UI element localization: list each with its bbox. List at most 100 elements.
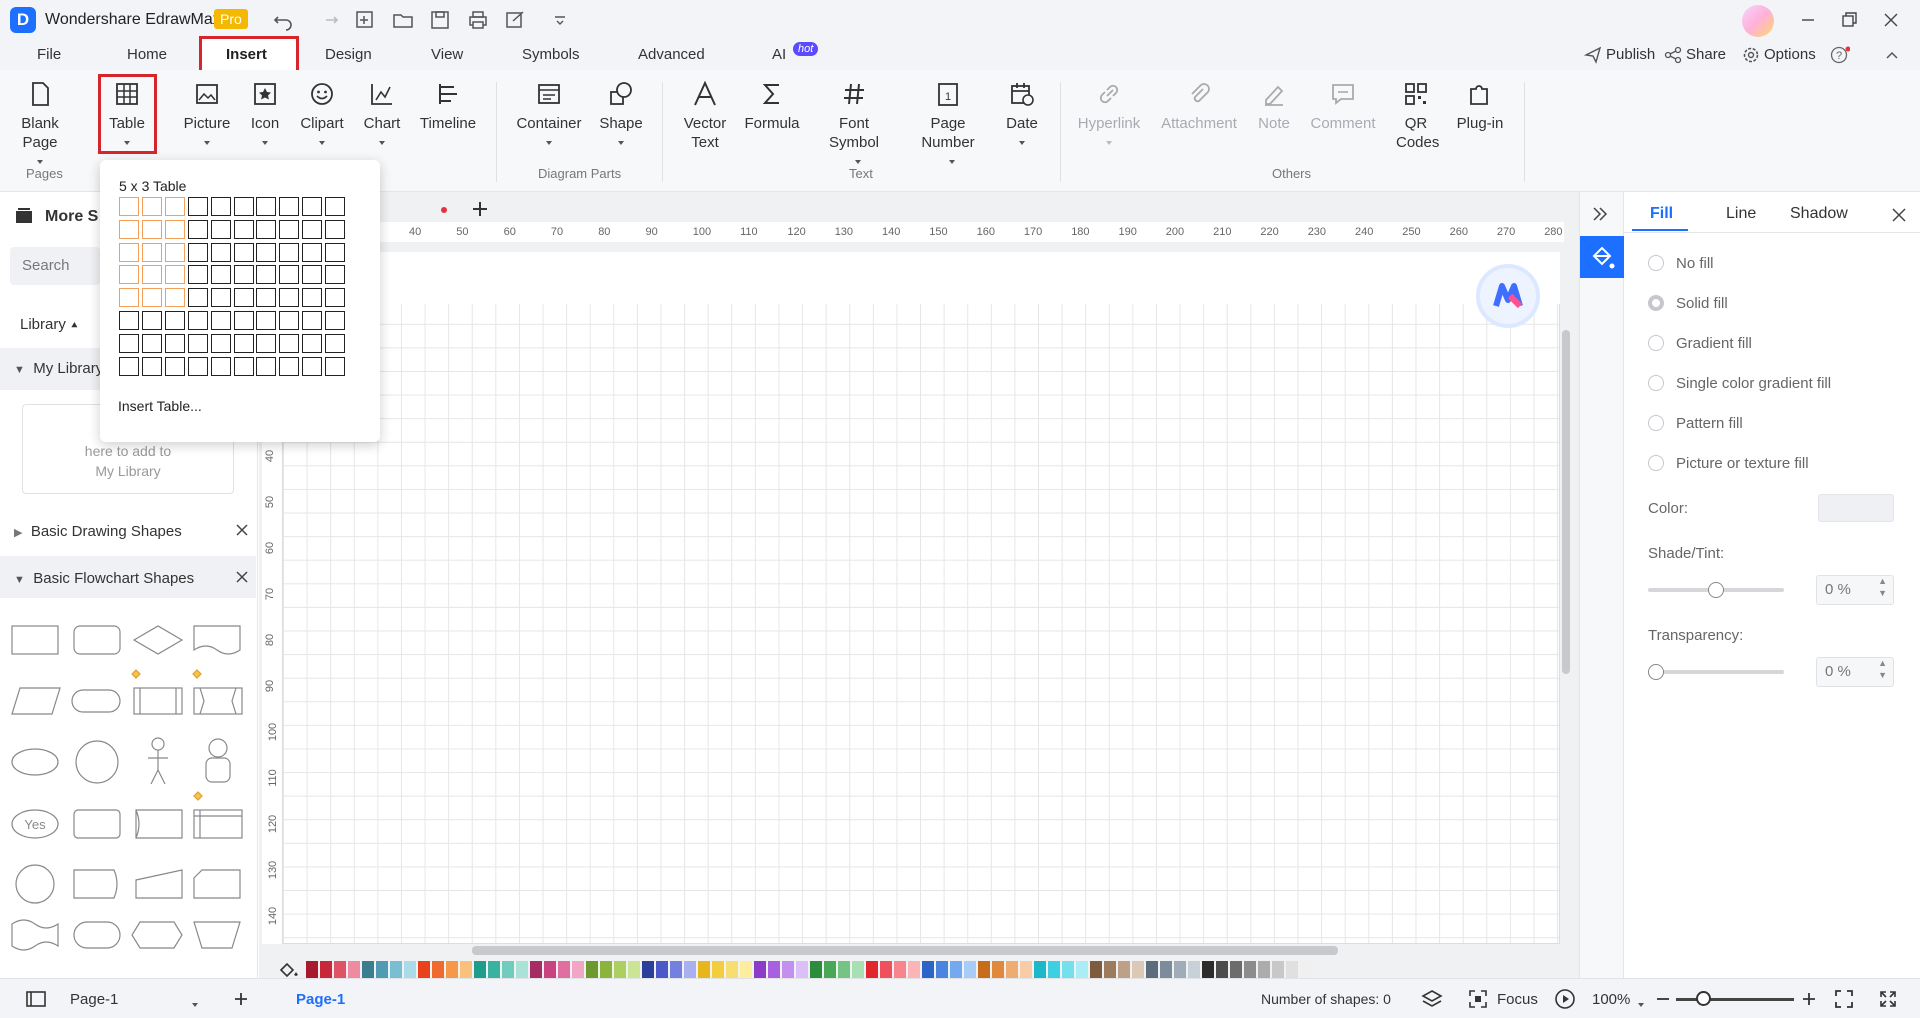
table-grid-cell[interactable] — [141, 356, 162, 376]
color-swatch[interactable] — [670, 961, 682, 978]
color-swatch[interactable] — [978, 961, 990, 978]
zoom-out-icon[interactable] — [1654, 990, 1672, 1008]
color-swatch[interactable] — [362, 961, 374, 978]
tab-advanced[interactable]: Advanced — [638, 46, 705, 63]
table-grid-cell[interactable] — [141, 197, 162, 216]
table-grid-cell[interactable] — [233, 356, 254, 376]
table-grid-cell[interactable] — [141, 265, 162, 285]
attachment-button[interactable]: Attachment — [1158, 80, 1240, 133]
save-icon[interactable] — [429, 9, 451, 31]
table-grid-cell[interactable] — [164, 197, 185, 216]
page-selector[interactable]: Page-1 — [70, 991, 118, 1008]
clipart-button[interactable]: Clipart — [298, 80, 346, 152]
color-swatch[interactable] — [1076, 961, 1088, 978]
table-grid-cell[interactable] — [279, 333, 300, 353]
tab-design[interactable]: Design — [325, 46, 372, 63]
table-grid-cell[interactable] — [325, 242, 346, 262]
color-swatch[interactable] — [1286, 961, 1298, 978]
color-swatch[interactable] — [1230, 961, 1242, 978]
table-grid-cell[interactable] — [141, 333, 162, 353]
color-swatch[interactable] — [1132, 961, 1144, 978]
table-grid-cell[interactable] — [233, 311, 254, 330]
shade-tint-input[interactable]: 0 % ▲ ▼ — [1816, 575, 1894, 605]
color-swatch[interactable] — [824, 961, 836, 978]
ai-assistant-icon[interactable] — [1476, 264, 1540, 328]
table-grid-cell[interactable] — [256, 288, 277, 308]
table-grid-cell[interactable] — [325, 197, 346, 216]
table-grid-cell[interactable] — [325, 288, 346, 308]
table-grid-cell[interactable] — [256, 219, 277, 239]
qr-codes-button[interactable]: QR Codes — [1396, 80, 1439, 152]
table-grid-cell[interactable] — [233, 219, 254, 239]
color-swatch[interactable] — [1090, 961, 1102, 978]
font-symbol-button[interactable]: Font Symbol — [824, 80, 884, 171]
table-grid-cell[interactable] — [164, 219, 185, 239]
tab-ai[interactable]: AI — [772, 46, 786, 63]
collapse-ribbon-icon[interactable] — [1884, 47, 1900, 63]
add-page-icon[interactable] — [232, 990, 250, 1008]
vector-text-button[interactable]: Vector Text — [680, 80, 730, 152]
color-swatch[interactable] — [852, 961, 864, 978]
table-grid-cell[interactable] — [233, 333, 254, 353]
color-swatch[interactable] — [782, 961, 794, 978]
color-swatch[interactable] — [348, 961, 360, 978]
color-swatch[interactable] — [1202, 961, 1214, 978]
table-grid-cell[interactable] — [210, 356, 231, 376]
drawing-page[interactable] — [282, 252, 1560, 944]
section-basic-drawing-shapes[interactable]: ▶ Basic Drawing Shapes — [14, 523, 182, 540]
print-icon[interactable] — [467, 9, 489, 31]
minimize-icon[interactable] — [1797, 9, 1819, 31]
color-swatch[interactable] — [922, 961, 934, 978]
hyperlink-button[interactable]: Hyperlink — [1074, 80, 1144, 152]
color-swatch[interactable] — [558, 961, 570, 978]
table-grid-cell[interactable] — [187, 242, 208, 262]
share-button[interactable]: Share — [1686, 46, 1726, 63]
color-palette[interactable] — [306, 961, 1314, 978]
zoom-slider[interactable] — [1676, 998, 1794, 1001]
table-grid-cell[interactable] — [210, 242, 231, 262]
close-panel-icon[interactable] — [1890, 206, 1908, 224]
table-grid-cell[interactable] — [233, 288, 254, 308]
color-swatch[interactable] — [1062, 961, 1074, 978]
color-swatch[interactable] — [1006, 961, 1018, 978]
color-swatch[interactable] — [1258, 961, 1270, 978]
table-grid-cell[interactable] — [279, 265, 300, 285]
color-swatch[interactable] — [866, 961, 878, 978]
color-swatch[interactable] — [600, 961, 612, 978]
note-button[interactable]: Note — [1252, 80, 1296, 133]
radio-solid-fill[interactable] — [1648, 295, 1664, 311]
options-button[interactable]: Options — [1764, 46, 1816, 63]
color-swatch[interactable] — [390, 961, 402, 978]
page-number-button[interactable]: 1 Page Number — [916, 80, 980, 171]
color-swatch[interactable] — [1160, 961, 1172, 978]
layers-icon[interactable] — [1420, 988, 1444, 1010]
table-grid-cell[interactable] — [187, 356, 208, 376]
table-grid-cell[interactable] — [302, 288, 323, 308]
radio-picture-fill[interactable] — [1648, 455, 1664, 471]
blank-page-button[interactable]: Blank Page — [18, 80, 62, 171]
avatar[interactable] — [1742, 5, 1774, 37]
table-grid-cell[interactable] — [210, 265, 231, 285]
color-swatch[interactable] — [306, 961, 318, 978]
option-picture-or-texture-fill[interactable]: Picture or texture fill — [1676, 455, 1809, 472]
chart-button[interactable]: Chart — [360, 80, 404, 152]
shape-button[interactable]: Shape — [598, 80, 644, 152]
add-page-tab-icon[interactable] — [470, 199, 490, 219]
color-swatch[interactable] — [628, 961, 640, 978]
color-swatch[interactable] — [936, 961, 948, 978]
table-grid-cell[interactable] — [187, 219, 208, 239]
table-grid-cell[interactable] — [233, 242, 254, 262]
table-grid-cell[interactable] — [302, 356, 323, 376]
color-swatch[interactable] — [614, 961, 626, 978]
customize-toolbar-icon[interactable] — [549, 9, 571, 31]
table-grid-cell[interactable] — [164, 265, 185, 285]
tab-insert[interactable]: Insert — [226, 46, 267, 63]
table-grid-cell[interactable] — [119, 197, 139, 216]
play-icon[interactable] — [1554, 988, 1576, 1010]
undo-icon[interactable] — [272, 9, 294, 31]
date-button[interactable]: Date — [1004, 80, 1040, 152]
option-no-fill[interactable]: No fill — [1676, 255, 1714, 272]
table-grid-cell[interactable] — [325, 356, 346, 376]
table-grid-cell[interactable] — [302, 242, 323, 262]
table-grid-cell[interactable] — [279, 356, 300, 376]
